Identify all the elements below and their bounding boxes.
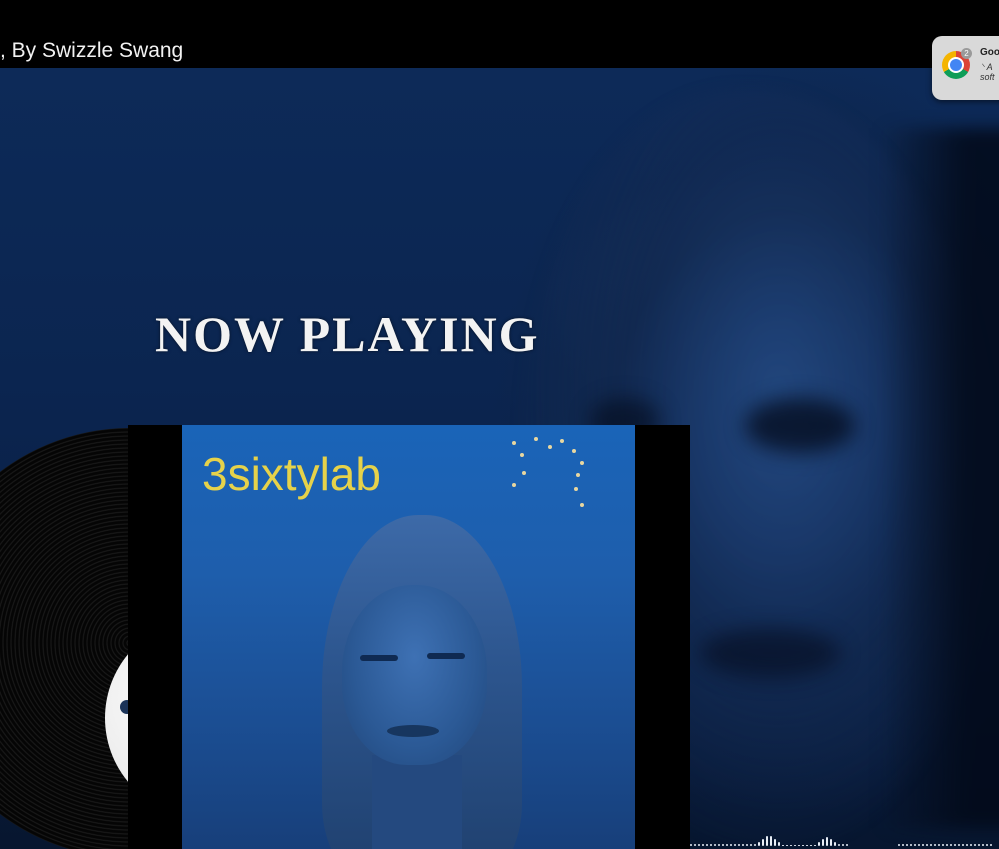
cover-portrait-brow xyxy=(360,655,398,661)
visualizer-bar xyxy=(762,838,764,846)
cover-portrait-face xyxy=(342,585,487,765)
sparkle-dot xyxy=(572,449,576,453)
visualizer-bar xyxy=(938,844,940,846)
visualizer-bar xyxy=(754,844,756,846)
cover-portrait-lips xyxy=(387,725,439,737)
visualizer-bar xyxy=(774,838,776,846)
sparkle-dot xyxy=(580,503,584,507)
visualizer-bar xyxy=(922,844,924,846)
notification-card[interactable]: 2 Goo ⸌ A soft xyxy=(932,36,999,100)
visualizer-bar xyxy=(786,845,788,846)
visualizer-bar xyxy=(718,844,720,846)
visualizer-bar xyxy=(806,845,808,846)
visualizer-bar xyxy=(918,844,920,846)
visualizer-bar xyxy=(782,845,784,846)
visualizer-bar xyxy=(902,844,904,846)
visualizer-bar xyxy=(942,844,944,846)
sparkle-dot xyxy=(512,483,516,487)
visualizer-bar xyxy=(694,844,696,846)
visualizer-bar xyxy=(750,844,752,846)
sparkle-dot xyxy=(574,487,578,491)
visualizer-bar xyxy=(758,841,760,846)
visualizer-bar xyxy=(930,844,932,846)
visualizer-bar xyxy=(838,844,840,846)
visualizer-bar xyxy=(690,844,692,846)
sparkle-dot xyxy=(560,439,564,443)
visualizer-bar xyxy=(898,844,900,846)
sparkle-dot xyxy=(534,437,538,441)
visualizer-bar xyxy=(926,844,928,846)
video-frame[interactable]: NOW PLAYING 3sixtylab xyxy=(0,68,999,849)
visualizer-bar xyxy=(766,835,768,846)
visualizer-bar xyxy=(794,845,796,846)
visualizer-bar xyxy=(830,839,832,846)
video-title: , By Swizzle Swang xyxy=(0,39,184,62)
visualizer-bar xyxy=(710,844,712,846)
visualizer-bar xyxy=(946,844,948,846)
notification-badge: 2 xyxy=(961,48,972,59)
sparkle-dot xyxy=(580,461,584,465)
visualizer-bar xyxy=(842,844,844,846)
visualizer-bar xyxy=(834,841,836,846)
cover-portrait-neck xyxy=(372,755,462,849)
visualizer-bar xyxy=(906,844,908,846)
visualizer-bar xyxy=(726,844,728,846)
background-face-mouth xyxy=(700,628,840,678)
cover-brand-text: 3sixtylab xyxy=(202,448,381,500)
visualizer-bar xyxy=(822,839,824,846)
visualizer-bar xyxy=(798,845,800,846)
sparkle-dot xyxy=(512,441,516,445)
background-hair xyxy=(880,128,999,828)
visualizer-bar xyxy=(958,844,960,846)
video-title-bar: , By Swizzle Swang xyxy=(0,0,999,68)
visualizer-bar xyxy=(734,844,736,846)
visualizer-bar xyxy=(810,845,812,846)
visualizer-bar xyxy=(778,841,780,846)
visualizer-bar xyxy=(770,835,772,846)
visualizer-bar xyxy=(714,844,716,846)
background-face-eye xyxy=(745,398,855,453)
visualizer-bar xyxy=(826,836,828,846)
visualizer-bar xyxy=(974,844,976,846)
visualizer-bar xyxy=(818,841,820,846)
visualizer-bar xyxy=(846,844,848,846)
video-player-page: , By Swizzle Swang NOW PLAYING 3sixtylab… xyxy=(0,0,999,849)
visualizer-bar xyxy=(790,845,792,846)
visualizer-bar xyxy=(954,844,956,846)
visualizer-bar xyxy=(802,845,804,846)
visualizer-bar xyxy=(698,844,700,846)
visualizer-bar xyxy=(966,844,968,846)
sparkle-dot xyxy=(520,453,524,457)
visualizer-bar xyxy=(742,844,744,846)
visualizer-bar xyxy=(702,844,704,846)
visualizer-bar xyxy=(978,844,980,846)
visualizer-bar xyxy=(914,844,916,846)
visualizer-bar xyxy=(934,844,936,846)
now-playing-heading: NOW PLAYING xyxy=(155,306,540,362)
visualizer-bar xyxy=(910,844,912,846)
cover-portrait-brow xyxy=(427,653,465,659)
audio-visualizer xyxy=(690,832,999,849)
visualizer-bar xyxy=(970,844,972,846)
visualizer-bar xyxy=(950,844,952,846)
visualizer-bar xyxy=(986,844,988,846)
visualizer-bar xyxy=(982,844,984,846)
visualizer-bar xyxy=(738,844,740,846)
album-cover: 3sixtylab xyxy=(182,425,635,849)
visualizer-bar xyxy=(962,844,964,846)
sparkle-dot xyxy=(548,445,552,449)
visualizer-bar xyxy=(814,845,816,846)
visualizer-bar xyxy=(722,844,724,846)
sparkle-dot xyxy=(522,471,526,475)
visualizer-bar xyxy=(746,844,748,846)
visualizer-bar xyxy=(990,844,992,846)
visualizer-bar xyxy=(706,844,708,846)
notification-title: Goo xyxy=(980,47,999,58)
notification-body-line: soft xyxy=(980,72,995,82)
visualizer-bar xyxy=(730,844,732,846)
sparkle-dot xyxy=(576,473,580,477)
